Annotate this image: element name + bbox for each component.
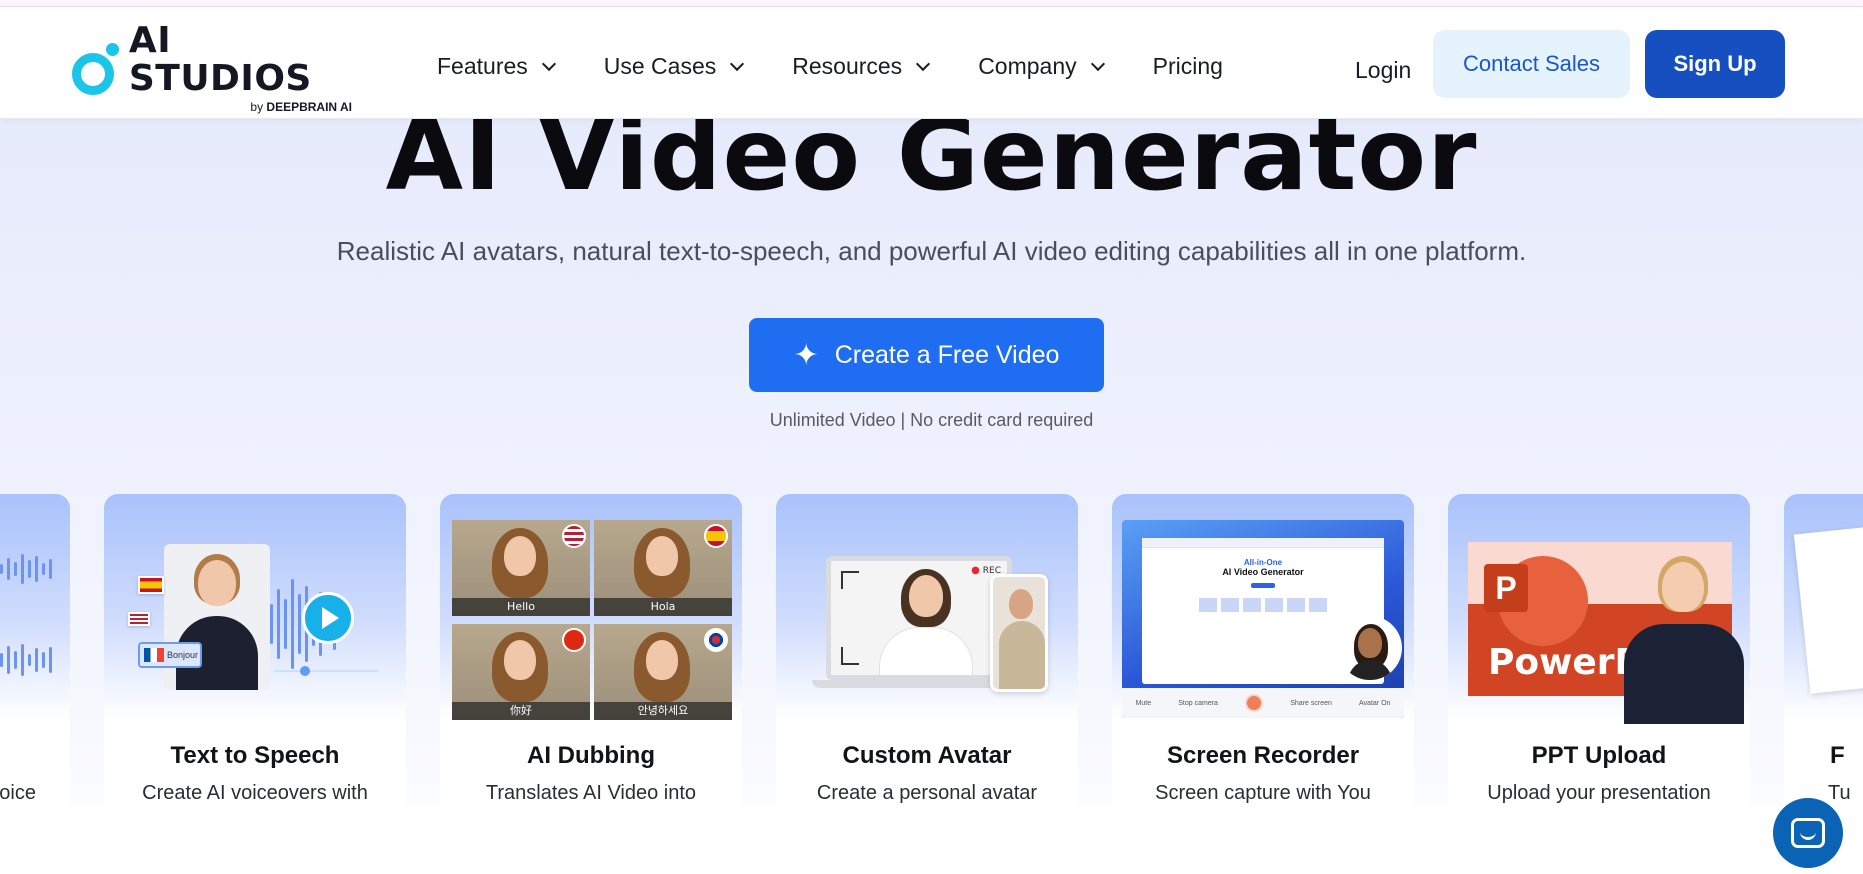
desktop-wallpaper: All-in-One AI Video Generator Mute Stop …	[1122, 520, 1404, 718]
bonjour-label: Bonjour	[167, 650, 199, 660]
spain-flag-icon	[138, 576, 164, 594]
nav-company[interactable]: Company	[978, 53, 1105, 80]
nav-use-cases[interactable]: Use Cases	[604, 53, 745, 80]
logo-mark-icon	[72, 41, 119, 95]
card-description: Screen capture with You	[1155, 782, 1371, 804]
feature-card-voice[interactable]: oice	[0, 494, 70, 806]
ppt-card-media: P PowerP	[1448, 494, 1750, 724]
login-link[interactable]: Login	[1355, 57, 1411, 84]
card-title: PPT Upload	[1531, 742, 1667, 769]
presenter-avatar	[1618, 550, 1750, 724]
chevron-down-icon	[1090, 56, 1105, 71]
ai-studios-logo[interactable]: AI STUDIOS by DEEPBRAIN AI	[72, 22, 352, 114]
china-flag-icon	[562, 628, 586, 652]
record-icon	[1245, 694, 1264, 712]
france-flag-icon	[144, 648, 164, 662]
feature-card-ai-dubbing[interactable]: Hello Hola 你好 안녕하세요 AI Dubbing Translate…	[440, 494, 742, 806]
logo-strip	[0, 806, 1863, 874]
screen-headline-top: All-in-One	[1243, 558, 1283, 567]
us-flag-icon	[128, 612, 150, 626]
language-chip-french: Bonjour	[138, 642, 202, 668]
feature-card-ppt-upload[interactable]: P PowerP PPT Upload Upload your presenta…	[1448, 494, 1750, 806]
card-title: AI Dubbing	[527, 742, 655, 769]
play-icon	[302, 592, 354, 644]
korea-flag-icon	[704, 628, 728, 652]
dub-caption: Hola	[594, 598, 732, 616]
feature-card-screen-recorder[interactable]: All-in-One AI Video Generator Mute Stop …	[1112, 494, 1414, 806]
card-description: Create AI voiceovers with	[142, 782, 368, 804]
avatar-on-control: Avatar On	[1359, 699, 1391, 707]
us-flag-icon	[562, 524, 586, 548]
card-description: Translates AI Video into	[485, 782, 697, 804]
create-free-video-button[interactable]: ✦ Create a Free Video	[749, 318, 1104, 392]
cta-note: Unlimited Video | No credit card require…	[769, 410, 1094, 430]
chat-launcher-button[interactable]	[1773, 798, 1843, 868]
dub-caption: 你好	[452, 702, 590, 720]
dubbing-card-media: Hello Hola 你好 안녕하세요	[440, 494, 742, 720]
soundwave-icon	[0, 554, 52, 584]
contact-sales-button[interactable]: Contact Sales	[1433, 30, 1630, 98]
chevron-down-icon	[916, 56, 931, 71]
nav-pricing[interactable]: Pricing	[1153, 53, 1223, 80]
screen-headline: AI Video Generator	[1222, 567, 1304, 577]
stop-camera-control: Stop camera	[1178, 699, 1218, 707]
dub-tile-korean: 안녕하세요	[594, 624, 732, 720]
spain-flag-icon	[704, 524, 728, 548]
progress-track	[274, 670, 378, 672]
sign-up-button[interactable]: Sign Up	[1645, 30, 1785, 98]
card-title: Custom Avatar	[842, 742, 1012, 769]
logo-byline: by DEEPBRAIN AI	[250, 100, 352, 114]
chevron-down-icon	[730, 56, 745, 71]
logo-title: AI STUDIOS	[128, 20, 312, 99]
dub-tile-chinese: 你好	[452, 624, 590, 720]
tts-card-media: Bonjour	[104, 494, 406, 720]
dub-tile-english: Hello	[452, 520, 590, 616]
chevron-down-icon	[541, 56, 556, 71]
card-description: Upload your presentation	[1487, 782, 1711, 804]
presenter-bubble	[1338, 616, 1402, 680]
nav-features[interactable]: Features	[437, 53, 556, 80]
nav-resources[interactable]: Resources	[792, 53, 931, 80]
create-free-video-label: Create a Free Video	[834, 340, 1060, 369]
feature-card-partial[interactable]: F Tu	[1784, 494, 1863, 806]
card-description: oice	[0, 782, 36, 804]
chat-icon	[1791, 818, 1825, 848]
mute-control: Mute	[1135, 699, 1152, 707]
powerpoint-icon: P	[1484, 564, 1528, 612]
card-description: Create a personal avatar	[816, 782, 1038, 804]
progress-thumb	[300, 666, 310, 676]
dub-tile-spanish: Hola	[594, 520, 732, 616]
main-nav: Features Use Cases Resources Company Pri…	[437, 53, 1223, 80]
card-title: Screen Recorder	[1166, 742, 1360, 769]
card-title: Text to Speech	[170, 742, 340, 769]
hero-subtitle: Realistic AI avatars, natural text-to-sp…	[336, 236, 1527, 266]
document-preview	[1793, 526, 1863, 694]
dub-caption: 안녕하세요	[594, 702, 732, 720]
share-screen-control: Share screen	[1290, 699, 1332, 707]
soundwave-icon	[0, 644, 52, 676]
dub-caption: Hello	[452, 598, 590, 616]
phone-preview	[990, 574, 1048, 692]
feature-carousel: oice Bonjour Text to Speech Create AI vo…	[0, 494, 1863, 806]
site-header: AI STUDIOS by DEEPBRAIN AI Features Use …	[0, 7, 1863, 119]
feature-card-custom-avatar[interactable]: ● REC Custom Avatar Create a personal av…	[776, 494, 1078, 806]
avatar-photo	[164, 544, 270, 690]
sparkle-icon: ✦	[793, 338, 819, 372]
recorder-controls: Mute Stop camera Share screen Avatar On	[1122, 688, 1404, 718]
top-accent-line	[0, 0, 1863, 7]
voice-card-media	[0, 494, 70, 720]
laptop-screen: ● REC	[826, 556, 1012, 680]
feature-card-text-to-speech[interactable]: Bonjour Text to Speech Create AI voiceov…	[104, 494, 406, 806]
avatar-card-media: ● REC	[776, 494, 1078, 720]
partial-card-media	[1784, 494, 1863, 720]
recorder-card-media: All-in-One AI Video Generator Mute Stop …	[1112, 494, 1414, 720]
card-title: F	[1830, 742, 1845, 769]
